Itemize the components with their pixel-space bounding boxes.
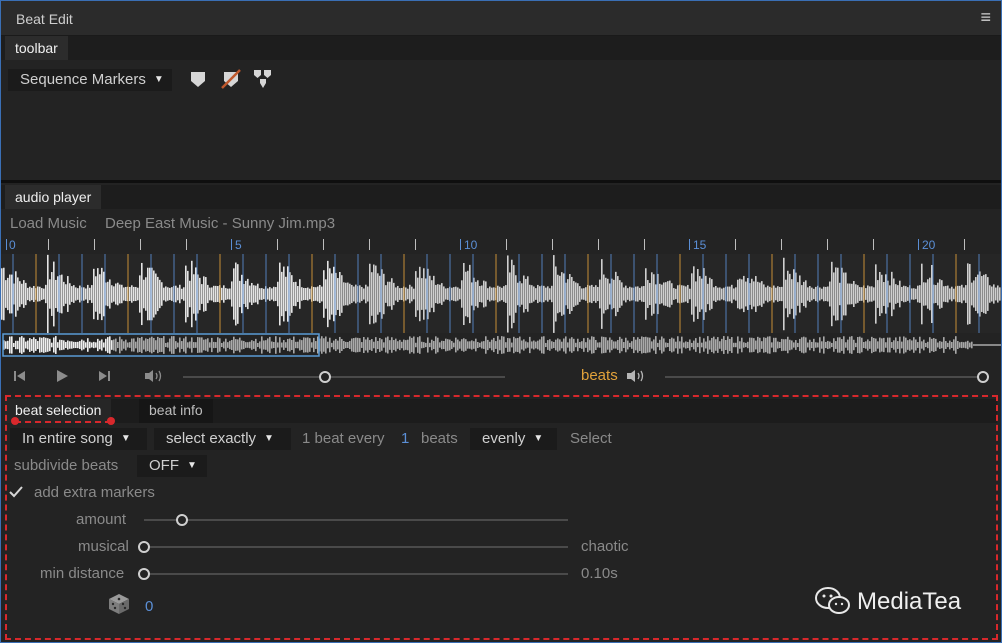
highlight-dot [11,417,19,425]
watermark-text: MediaTea [857,588,962,615]
checkbox-checked-icon[interactable] [8,484,24,500]
distribution-dropdown-label: evenly [482,430,526,447]
chevron-down-icon: ▼ [264,433,274,444]
beats-volume-label: beats [581,367,618,384]
range-dropdown[interactable]: In entire song ▼ [10,428,147,450]
beats-unit-label: beats [421,430,458,447]
window-title: Beat Edit [16,11,73,27]
select-button[interactable]: Select [570,430,612,447]
load-music-button[interactable]: Load Music [10,215,87,232]
play-icon[interactable] [54,368,70,384]
tab-beat-info[interactable]: beat info [139,399,213,423]
amount-slider-knob[interactable] [176,514,189,526]
highlight-dot [107,417,115,425]
mode-dropdown[interactable]: select exactly ▼ [154,428,291,450]
ruler-label: 15 [693,238,707,252]
beats-volume-icon[interactable] [625,368,647,384]
marker-type-dropdown[interactable]: Sequence Markers ▼ [8,69,172,91]
panel-divider[interactable] [1,180,1001,183]
chevron-down-icon: ▼ [120,433,131,444]
subdivide-label: subdivide beats [14,457,119,474]
musical-label: musical [78,538,129,555]
chevron-down-icon: ▼ [533,433,544,444]
ruler-label: 20 [922,238,936,252]
playback-slider-knob[interactable] [318,371,331,383]
distribution-dropdown[interactable]: evenly ▼ [470,428,557,450]
chevron-down-icon: ▼ [153,74,164,85]
waveform-view[interactable] [1,254,1001,334]
skip-forward-icon[interactable] [96,368,112,384]
chevron-down-icon: ▼ [187,460,197,471]
min-distance-slider-knob[interactable] [138,568,150,580]
mode-dropdown-label: select exactly [166,430,257,447]
tab-audio-player[interactable]: audio player [5,185,102,209]
amount-slider-track[interactable] [144,519,568,521]
beat-every-label: 1 beat every [302,430,385,447]
subdivide-dropdown[interactable]: OFF ▼ [137,455,207,477]
beat-every-value[interactable]: 1 [401,430,409,447]
hamburger-icon[interactable]: ≡ [980,7,991,28]
musical-slider-track[interactable] [144,546,568,548]
beats-volume-slider-track[interactable] [665,376,983,378]
extra-markers-label: add extra markers [34,484,155,501]
remove-marker-icon[interactable] [220,68,242,90]
playback-slider-track[interactable] [183,376,505,378]
skip-back-icon[interactable] [12,368,28,384]
range-dropdown-label: In entire song [22,430,113,447]
subdivide-dropdown-label: OFF [149,457,179,474]
amount-label: amount [76,511,127,528]
wechat-icon [815,587,850,614]
dice-count: 0 [145,598,154,615]
marker-type-label: Sequence Markers [20,71,146,88]
highlight-underline [15,421,111,423]
dice-icon[interactable] [107,592,131,616]
file-name: Deep East Music - Sunny Jim.mp3 [105,215,336,232]
ruler-label: 10 [464,238,478,252]
audio-tabbar: audio player [1,185,1001,209]
ruler-label: 5 [235,238,242,252]
toolbar-tabbar: toolbar [1,36,1001,60]
title-bar: Beat Edit ≡ [1,1,1001,36]
ruler-label: 0 [9,238,16,252]
min-distance-slider-track[interactable] [144,573,568,575]
min-distance-value: 0.10s [581,565,618,582]
min-distance-label: min distance [40,565,125,582]
beat-tabbar: beat selection beat info [5,399,997,423]
tab-toolbar[interactable]: toolbar [5,36,68,60]
musical-slider-knob[interactable] [138,541,150,553]
tab-beat-selection[interactable]: beat selection [5,399,112,423]
volume-icon[interactable] [143,368,165,384]
chaotic-label: chaotic [581,538,629,555]
beats-volume-slider-knob[interactable] [977,371,989,383]
marker-icon[interactable] [189,70,207,88]
split-marker-icon[interactable] [252,68,274,90]
beat-edit-window: Beat Edit ≡ toolbar Sequence Markers ▼ au… [0,0,1002,643]
waveform-overview[interactable] [1,333,1001,357]
